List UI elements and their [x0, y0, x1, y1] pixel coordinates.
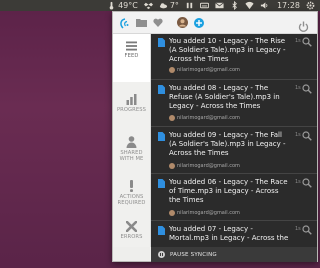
sidebar-item-progress[interactable]: PROGRESS — [113, 84, 150, 124]
top-panel: 49°C 7° 17:28 — [0, 0, 320, 11]
file-icon — [158, 179, 165, 188]
time-badge: 1s — [295, 38, 301, 44]
avatar — [169, 210, 175, 216]
pause-icon — [158, 251, 165, 258]
time-badge: 1s — [295, 132, 301, 138]
sidebar-item-label: FEED — [124, 53, 139, 59]
feed-item-user-email: nilarimogard@gmail.com — [177, 210, 240, 216]
feed-item-user-email: nilarimogard@gmail.com — [177, 163, 240, 169]
feed-item-user-email: nilarimogard@gmail.com — [177, 67, 240, 73]
volume-indicator[interactable] — [260, 0, 269, 11]
pause-indicator[interactable] — [185, 0, 194, 11]
sidebar-item-shared[interactable]: SHARED WITH ME — [113, 126, 150, 170]
avatar — [169, 163, 175, 169]
clock-indicator[interactable]: 17:28 — [275, 0, 300, 11]
sidebar-item-feed[interactable]: FEED — [113, 34, 150, 82]
dropbox-indicator[interactable] — [143, 0, 153, 11]
sidebar-item-label: PROGRESS — [116, 107, 147, 113]
weather-indicator[interactable]: 7° — [159, 0, 179, 11]
pause-syncing-button[interactable]: PAUSE SYNCING — [151, 247, 317, 262]
cpu-temperature-indicator[interactable]: 49°C — [107, 0, 138, 11]
thermometer-icon — [109, 1, 114, 10]
feed-item-user: nilarimogard@gmail.com — [169, 210, 240, 216]
time-badge: 1s — [295, 85, 301, 91]
feed-item-user: nilarimogard@gmail.com — [169, 115, 240, 121]
avatar[interactable] — [177, 17, 188, 28]
feed-item-title: You added 06 - Legacy - The Race of Time… — [169, 178, 288, 204]
search-icon[interactable] — [302, 131, 312, 141]
keyboard-icon — [199, 2, 209, 9]
sidebar-item-actions[interactable]: ACTIONS REQUIRED — [113, 172, 150, 212]
speaker-icon — [260, 2, 268, 9]
feed-item-user: nilarimogard@gmail.com — [169, 67, 240, 73]
copy-logo-icon[interactable] — [120, 17, 130, 29]
avatar — [169, 115, 175, 121]
feed-item-user: nilarimogard@gmail.com — [169, 163, 240, 169]
feed-item-title: You added 08 - Legacy - The Refuse (A So… — [169, 84, 280, 110]
feed-item-user-email: nilarimogard@gmail.com — [177, 115, 240, 121]
avatar — [169, 67, 175, 73]
power-icon — [298, 21, 309, 32]
list-item[interactable]: You added 09 - Legacy - The Fall (A Sold… — [151, 128, 317, 174]
bluetooth-icon — [232, 1, 237, 10]
file-icon — [158, 132, 165, 141]
temperature-text: 49°C — [118, 1, 138, 10]
cloud-icon — [159, 3, 167, 9]
file-icon — [158, 38, 165, 47]
keyboard-indicator[interactable] — [199, 0, 209, 11]
gear-icon — [306, 1, 315, 10]
menu-icon — [126, 41, 137, 51]
popup-header — [113, 12, 317, 34]
bar-chart-icon — [126, 94, 137, 105]
list-item[interactable]: You added 06 - Legacy - The Race of Time… — [151, 175, 317, 221]
file-icon — [158, 85, 165, 94]
search-icon[interactable] — [302, 225, 312, 235]
file-icon — [158, 226, 165, 235]
copy-popup-window: FEED PROGRESS SHARED WITH ME ACTIONS REQ… — [112, 11, 318, 262]
pause-icon — [186, 2, 193, 9]
folder-icon[interactable] — [136, 18, 147, 27]
exclamation-icon — [130, 180, 133, 192]
list-item[interactable]: You added 07 - Legacy - Mortal.mp3 in Le… — [151, 222, 317, 247]
time-badge: 1s — [295, 179, 301, 185]
feed-item-title: You added 10 - Legacy - The Rise (A Sold… — [169, 37, 286, 63]
list-item[interactable]: You added 10 - Legacy - The Rise (A Sold… — [151, 34, 317, 80]
weather-temperature: 7° — [169, 1, 179, 10]
sidebar-item-label: SHARED WITH ME — [119, 150, 144, 162]
clock-text: 17:28 — [276, 1, 300, 10]
heart-icon[interactable] — [153, 18, 163, 27]
activity-feed[interactable]: You added 10 - Legacy - The Rise (A Sold… — [151, 34, 317, 247]
messaging-indicator[interactable] — [215, 0, 224, 11]
time-badge: 1s — [295, 226, 301, 232]
dropbox-icon — [143, 2, 153, 10]
envelope-icon — [215, 2, 224, 9]
list-item[interactable]: You added 08 - Legacy - The Refuse (A So… — [151, 81, 317, 127]
sidebar: FEED PROGRESS SHARED WITH ME ACTIONS REQ… — [113, 34, 151, 247]
search-icon[interactable] — [302, 84, 312, 94]
feed-item-title: You added 09 - Legacy - The Fall (A Sold… — [169, 131, 286, 157]
sidebar-item-label: ACTIONS REQUIRED — [117, 194, 146, 206]
sidebar-item-errors[interactable]: ERRORS — [113, 214, 150, 247]
search-icon[interactable] — [302, 178, 312, 188]
feed-item-title: You added 07 - Legacy - Mortal.mp3 in Le… — [169, 225, 289, 242]
person-icon — [126, 136, 137, 148]
network-indicator[interactable] — [245, 0, 254, 11]
bluetooth-indicator[interactable] — [230, 0, 239, 11]
session-indicator[interactable] — [306, 0, 315, 11]
wifi-icon — [245, 1, 254, 10]
search-icon[interactable] — [302, 37, 312, 47]
pause-syncing-label: PAUSE SYNCING — [170, 251, 217, 258]
sidebar-item-label: ERRORS — [120, 234, 143, 240]
add-button[interactable] — [194, 17, 204, 28]
close-icon — [126, 221, 137, 232]
